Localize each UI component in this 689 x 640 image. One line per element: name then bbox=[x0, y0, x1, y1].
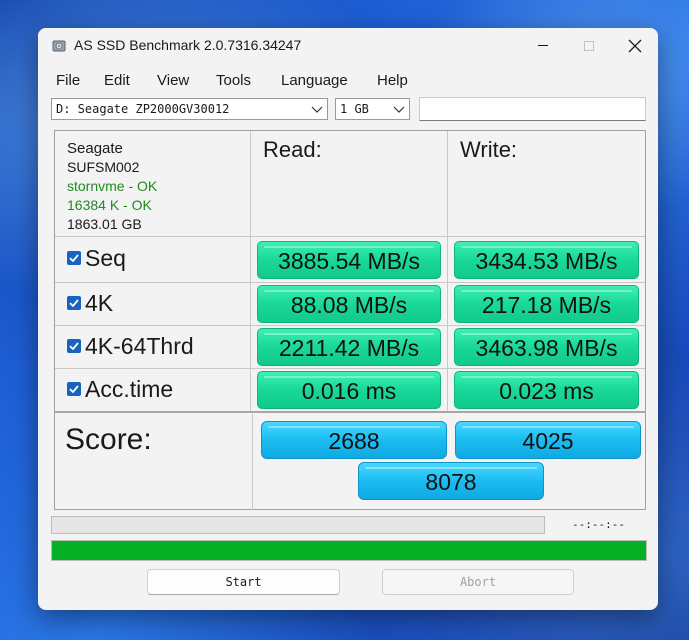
write-column-header: Write: bbox=[460, 137, 518, 162]
score-label: Score: bbox=[65, 423, 152, 456]
menu-bar: File Edit View Tools Language Help bbox=[38, 68, 658, 94]
grid-divider bbox=[55, 236, 645, 237]
4k-write-result: 217.18 MB/s bbox=[454, 285, 639, 323]
checkmark-icon bbox=[69, 254, 79, 263]
drive-vendor: Seagate bbox=[67, 140, 123, 157]
grid-divider bbox=[250, 131, 251, 411]
minimize-button[interactable] bbox=[520, 28, 566, 64]
abort-button[interactable]: Abort bbox=[382, 569, 574, 595]
alignment-status: 16384 K - OK bbox=[67, 197, 152, 213]
total-score: 8078 bbox=[358, 462, 544, 500]
minimize-icon bbox=[538, 45, 548, 47]
app-disk-icon bbox=[52, 40, 66, 52]
grid-divider bbox=[55, 282, 645, 283]
driver-status: stornvme - OK bbox=[67, 178, 158, 194]
title-bar[interactable]: AS SSD Benchmark 2.0.7316.34247 bbox=[38, 28, 658, 64]
chevron-down-icon bbox=[311, 106, 323, 113]
close-icon bbox=[628, 39, 642, 53]
total-score-value: 8078 bbox=[425, 469, 477, 495]
seq-write-result: 3434.53 MB/s bbox=[454, 241, 639, 279]
write-score-value: 4025 bbox=[522, 428, 574, 454]
acc-time-read-result: 0.016 ms bbox=[257, 371, 441, 409]
test-size-value: 1 GB bbox=[340, 102, 369, 116]
checkmark-icon bbox=[69, 385, 79, 394]
4k-64thrd-read-result: 2211.42 MB/s bbox=[257, 328, 441, 366]
acc-time-read-value: 0.016 ms bbox=[301, 378, 397, 404]
test-progress-bar bbox=[51, 516, 545, 534]
grid-divider bbox=[55, 368, 645, 369]
menu-help[interactable]: Help bbox=[377, 72, 408, 89]
acc-time-checkbox[interactable] bbox=[67, 382, 81, 396]
4k-64thrd-label: 4K-64Thrd bbox=[85, 333, 194, 359]
4k-64thrd-checkbox[interactable] bbox=[67, 339, 81, 353]
maximize-button[interactable] bbox=[566, 28, 612, 64]
chevron-down-icon bbox=[393, 106, 405, 113]
grid-divider bbox=[447, 131, 448, 411]
write-score: 4025 bbox=[455, 421, 641, 459]
start-button[interactable]: Start bbox=[147, 569, 340, 595]
4k-label: 4K bbox=[85, 290, 114, 316]
results-grid: Seagate SUFSM002 stornvme - OK 16384 K -… bbox=[54, 130, 646, 510]
4k-read-result: 88.08 MB/s bbox=[257, 285, 441, 323]
drive-select-value: D: Seagate ZP2000GV30012 bbox=[56, 102, 230, 116]
seq-write-value: 3434.53 MB/s bbox=[475, 248, 618, 274]
checkmark-icon bbox=[69, 299, 79, 308]
4k-64thrd-write-result: 3463.98 MB/s bbox=[454, 328, 639, 366]
menu-file[interactable]: File bbox=[56, 72, 80, 89]
menu-edit[interactable]: Edit bbox=[104, 72, 130, 89]
grid-divider bbox=[252, 414, 253, 510]
read-score-value: 2688 bbox=[328, 428, 380, 454]
close-button[interactable] bbox=[612, 28, 658, 64]
drive-model: SUFSM002 bbox=[67, 159, 140, 175]
acc-time-write-result: 0.023 ms bbox=[454, 371, 639, 409]
4k-read-value: 88.08 MB/s bbox=[290, 292, 408, 318]
menu-language[interactable]: Language bbox=[281, 72, 348, 89]
4k-64thrd-read-value: 2211.42 MB/s bbox=[278, 335, 420, 361]
drive-info-panel: Seagate SUFSM002 stornvme - OK 16384 K -… bbox=[67, 139, 157, 234]
window-title: AS SSD Benchmark 2.0.7316.34247 bbox=[74, 37, 302, 53]
4k-64thrd-write-value: 3463.98 MB/s bbox=[475, 335, 618, 361]
acc-time-write-value: 0.023 ms bbox=[499, 378, 594, 404]
4k-write-value: 217.18 MB/s bbox=[481, 292, 612, 318]
elapsed-time: --:--:-- bbox=[572, 518, 625, 531]
grid-divider bbox=[55, 411, 645, 413]
maximize-icon bbox=[584, 40, 594, 51]
read-column-header: Read: bbox=[263, 137, 322, 162]
read-score: 2688 bbox=[261, 421, 447, 459]
checkmark-icon bbox=[69, 342, 79, 351]
grid-divider bbox=[55, 325, 645, 326]
4k-checkbox[interactable] bbox=[67, 296, 81, 310]
seq-checkbox[interactable] bbox=[67, 251, 81, 265]
menu-view[interactable]: View bbox=[157, 72, 189, 89]
seq-read-value: 3885.54 MB/s bbox=[278, 248, 420, 274]
overall-progress-bar bbox=[51, 540, 647, 561]
seq-read-result: 3885.54 MB/s bbox=[257, 241, 441, 279]
menu-tools[interactable]: Tools bbox=[216, 72, 251, 89]
info-textbox[interactable] bbox=[419, 97, 646, 121]
acc-time-label: Acc.time bbox=[85, 376, 174, 402]
overall-progress-fill bbox=[52, 541, 646, 560]
test-size-select[interactable]: 1 GB bbox=[335, 98, 410, 120]
drive-capacity: 1863.01 GB bbox=[67, 216, 142, 232]
drive-select[interactable]: D: Seagate ZP2000GV30012 bbox=[51, 98, 328, 120]
app-window: AS SSD Benchmark 2.0.7316.34247 File Edi… bbox=[38, 28, 658, 610]
seq-label: Seq bbox=[85, 245, 126, 271]
